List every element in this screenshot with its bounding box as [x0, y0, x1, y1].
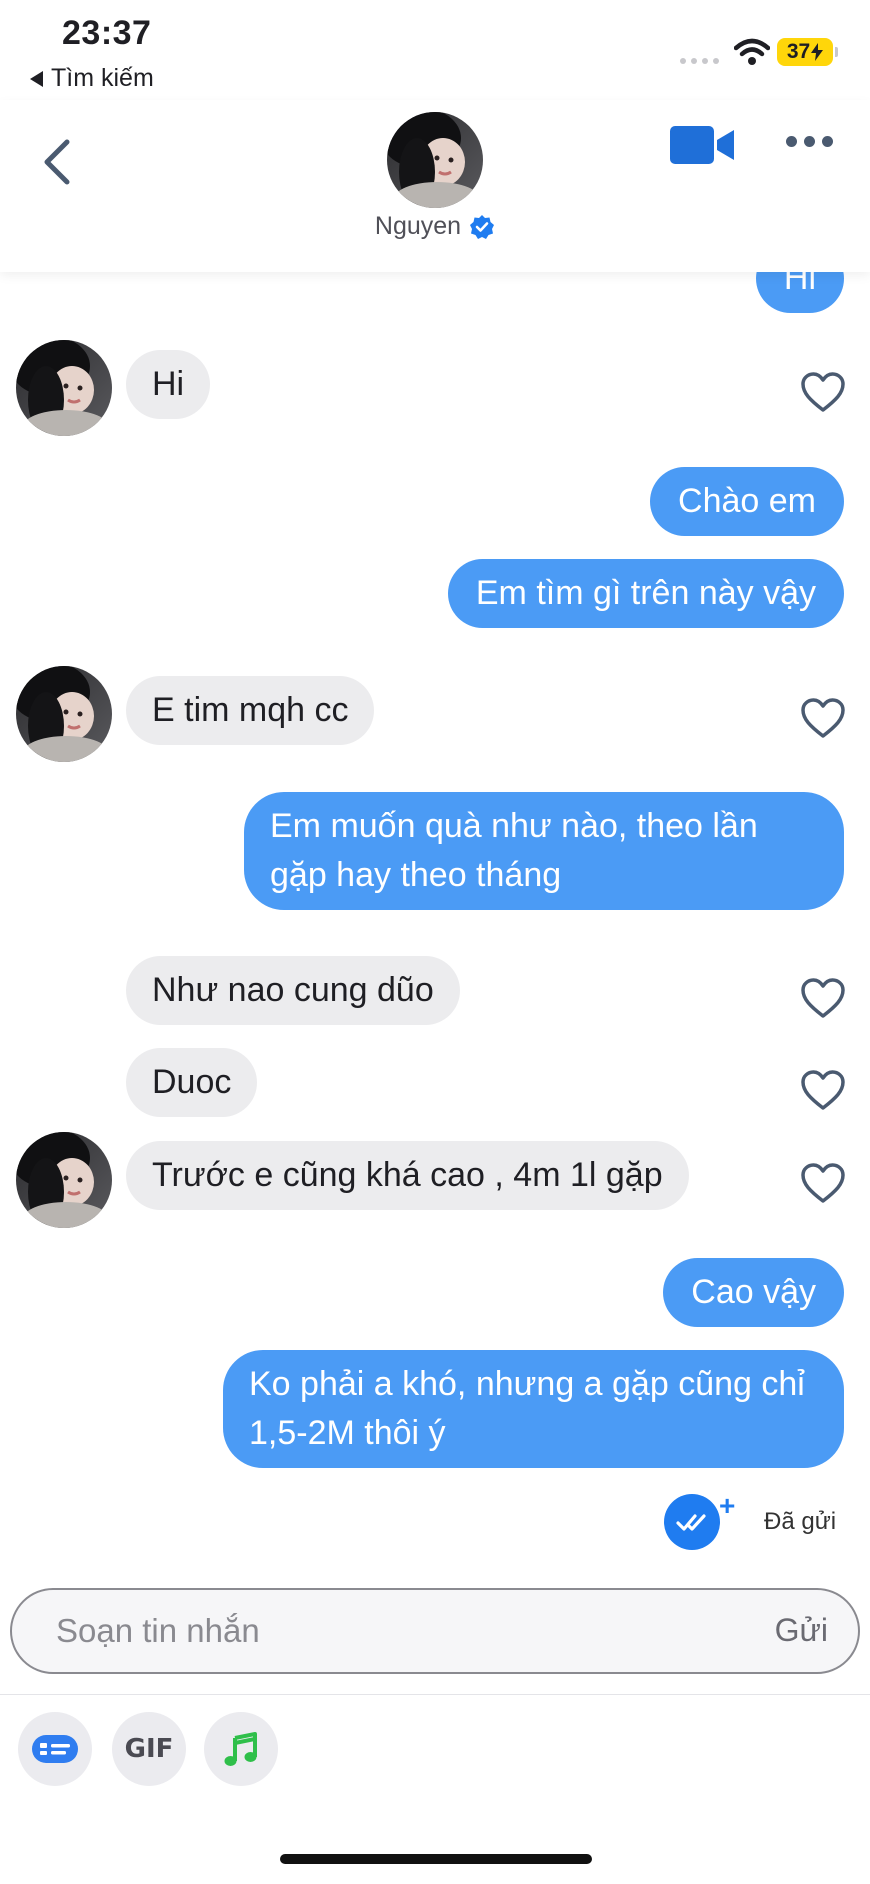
message-bubble-outgoing[interactable]: Chào em [650, 467, 844, 536]
delivery-status-label: Đã gửi [764, 1508, 837, 1535]
back-chevron-icon [44, 139, 70, 185]
heart-icon[interactable] [800, 1069, 846, 1111]
message-bubble-incoming[interactable]: Như nao cung dũo [126, 956, 460, 1025]
message-bubble-outgoing[interactable]: Em tìm gì trên này vậy [447, 559, 844, 628]
music-button[interactable] [204, 1712, 278, 1786]
heart-icon[interactable] [800, 977, 846, 1019]
sender-avatar[interactable] [16, 1132, 112, 1228]
message-bubble-outgoing[interactable]: Em muốn quà như nào, theo lần gặp hay th… [244, 792, 844, 910]
sticker-card-icon [32, 1735, 78, 1763]
home-indicator[interactable] [280, 1854, 592, 1864]
message-bubble-incoming[interactable]: Duoc [126, 1048, 258, 1117]
sticker-button[interactable] [18, 1712, 92, 1786]
cellular-signal-icon [680, 58, 719, 64]
video-call-button[interactable] [670, 124, 736, 166]
more-options-button[interactable] [786, 136, 833, 147]
send-button[interactable]: Gửi [775, 1612, 828, 1649]
sent-checkmark-icon [664, 1494, 720, 1550]
verified-badge-icon [470, 214, 495, 239]
contact-name-row[interactable]: Nguyen [0, 212, 870, 241]
message-bubble-incoming[interactable]: E tim mqh cc [126, 676, 375, 745]
message-bubble-outgoing[interactable]: Ko phải a khó, nhưng a gặp cũng chỉ 1,5-… [223, 1350, 844, 1468]
message-bubble-incoming[interactable]: Trước e cũng khá cao , 4m 1l gặp [126, 1141, 689, 1210]
delivery-status: + Đã gửi [664, 1490, 836, 1550]
heart-icon[interactable] [800, 371, 846, 413]
back-button[interactable] [36, 132, 76, 192]
back-triangle-icon [30, 70, 43, 87]
message-input[interactable] [56, 1612, 696, 1650]
battery-level: 37 [786, 40, 811, 63]
wifi-icon [734, 38, 770, 65]
heart-icon[interactable] [800, 697, 846, 739]
message-bubble-outgoing[interactable]: Cao vậy [663, 1258, 844, 1327]
back-to-search-label: Tìm kiếm [51, 64, 154, 92]
battery-indicator: 37 [777, 38, 838, 66]
sender-avatar[interactable] [16, 340, 112, 436]
sender-avatar[interactable] [16, 666, 112, 762]
gif-icon: GIF [124, 1734, 174, 1764]
contact-name: Nguyen [374, 212, 462, 240]
message-composer: Gửi [10, 1588, 860, 1674]
plus-icon: + [719, 1490, 736, 1521]
gif-button[interactable]: GIF [112, 1712, 186, 1786]
message-bubble-incoming[interactable]: Hi [126, 350, 211, 419]
heart-icon[interactable] [800, 1162, 846, 1204]
toolbar-divider [0, 1694, 870, 1695]
music-note-icon [224, 1732, 257, 1766]
back-to-search-link[interactable]: Tìm kiếm [30, 64, 154, 93]
contact-avatar[interactable] [387, 112, 483, 208]
status-time: 23:37 [62, 14, 152, 52]
charging-bolt-icon [811, 43, 824, 61]
chat-header: Nguyen [0, 100, 870, 272]
